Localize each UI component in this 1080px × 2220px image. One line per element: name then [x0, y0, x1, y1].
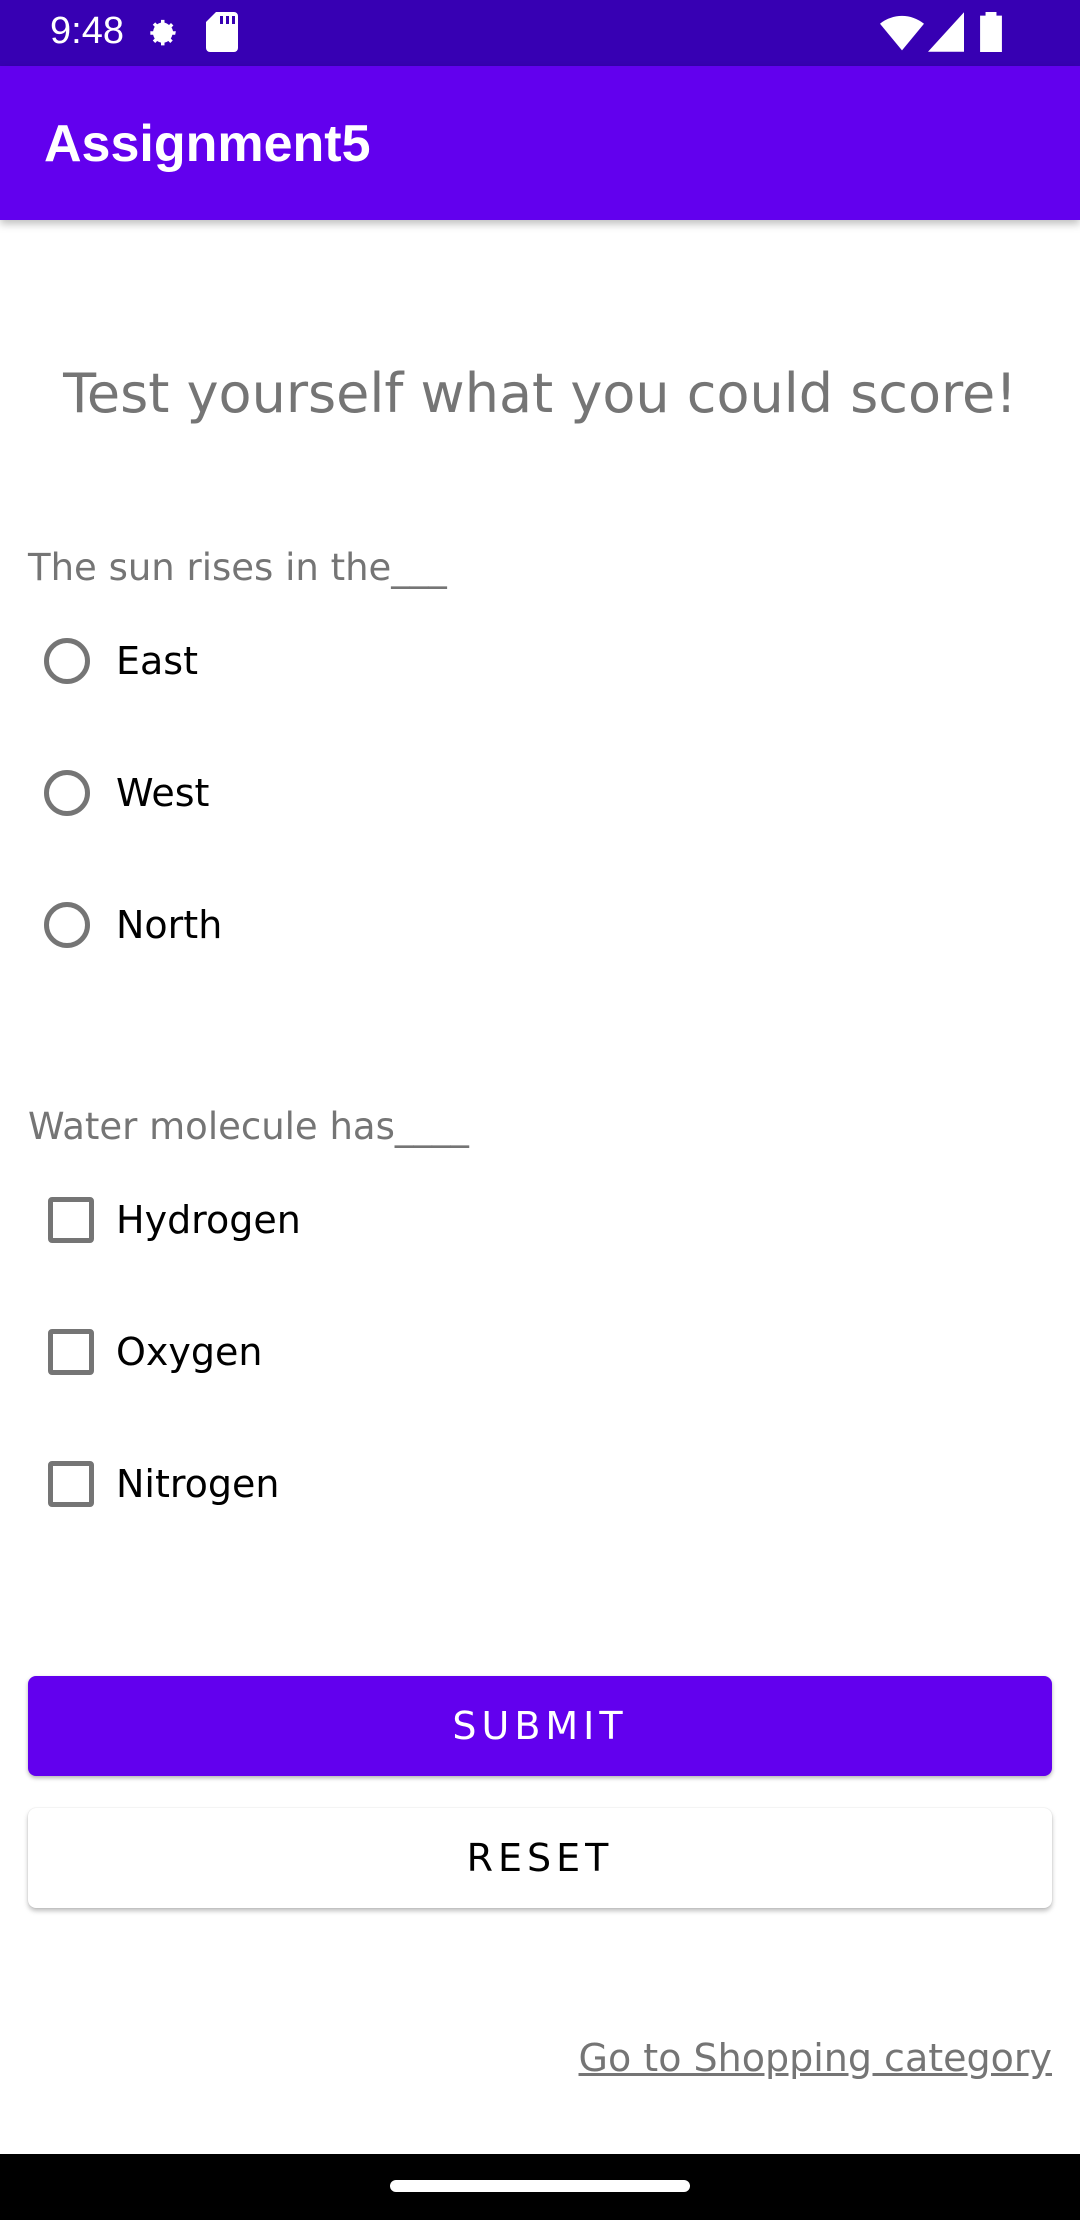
quiz-heading: Test yourself what you could score! [63, 362, 1017, 425]
sd-card-icon [206, 12, 238, 57]
radio-button[interactable] [44, 770, 90, 816]
shopping-category-link[interactable]: Go to Shopping category [579, 2036, 1052, 2080]
radio-button[interactable] [44, 902, 90, 948]
radio-label: East [116, 639, 198, 683]
checkbox[interactable] [48, 1329, 94, 1375]
checkbox-label: Nitrogen [116, 1462, 280, 1506]
signal-icon [928, 12, 964, 57]
battery-icon [978, 12, 1004, 57]
radio-label: West [116, 771, 210, 815]
radio-button[interactable] [44, 638, 90, 684]
checkbox[interactable] [48, 1461, 94, 1507]
settings-icon [140, 12, 182, 59]
question-1-text: The sun rises in the___ [28, 546, 447, 589]
checkbox-option-hydrogen[interactable]: Hydrogen [40, 1175, 301, 1265]
home-gesture-handle[interactable] [390, 2180, 690, 2192]
submit-button[interactable]: SUBMIT [28, 1676, 1052, 1776]
status-bar: 9:48 [0, 0, 1080, 66]
checkbox-label: Oxygen [116, 1330, 263, 1374]
status-time: 9:48 [50, 10, 124, 52]
checkbox-option-oxygen[interactable]: Oxygen [40, 1307, 262, 1397]
reset-button[interactable]: RESET [28, 1808, 1052, 1908]
radio-label: North [116, 903, 223, 947]
checkbox-option-nitrogen[interactable]: Nitrogen [40, 1439, 280, 1529]
checkbox[interactable] [48, 1197, 94, 1243]
radio-option-west[interactable]: West [40, 748, 209, 838]
app-bar: Assignment5 [0, 66, 1080, 220]
radio-option-east[interactable]: East [40, 616, 198, 706]
checkbox-label: Hydrogen [116, 1198, 301, 1242]
navigation-bar [0, 2154, 1080, 2220]
app-title: Assignment5 [44, 115, 371, 173]
wifi-icon [880, 12, 924, 57]
radio-option-north[interactable]: North [40, 880, 222, 970]
question-2-text: Water molecule has____ [28, 1105, 469, 1148]
